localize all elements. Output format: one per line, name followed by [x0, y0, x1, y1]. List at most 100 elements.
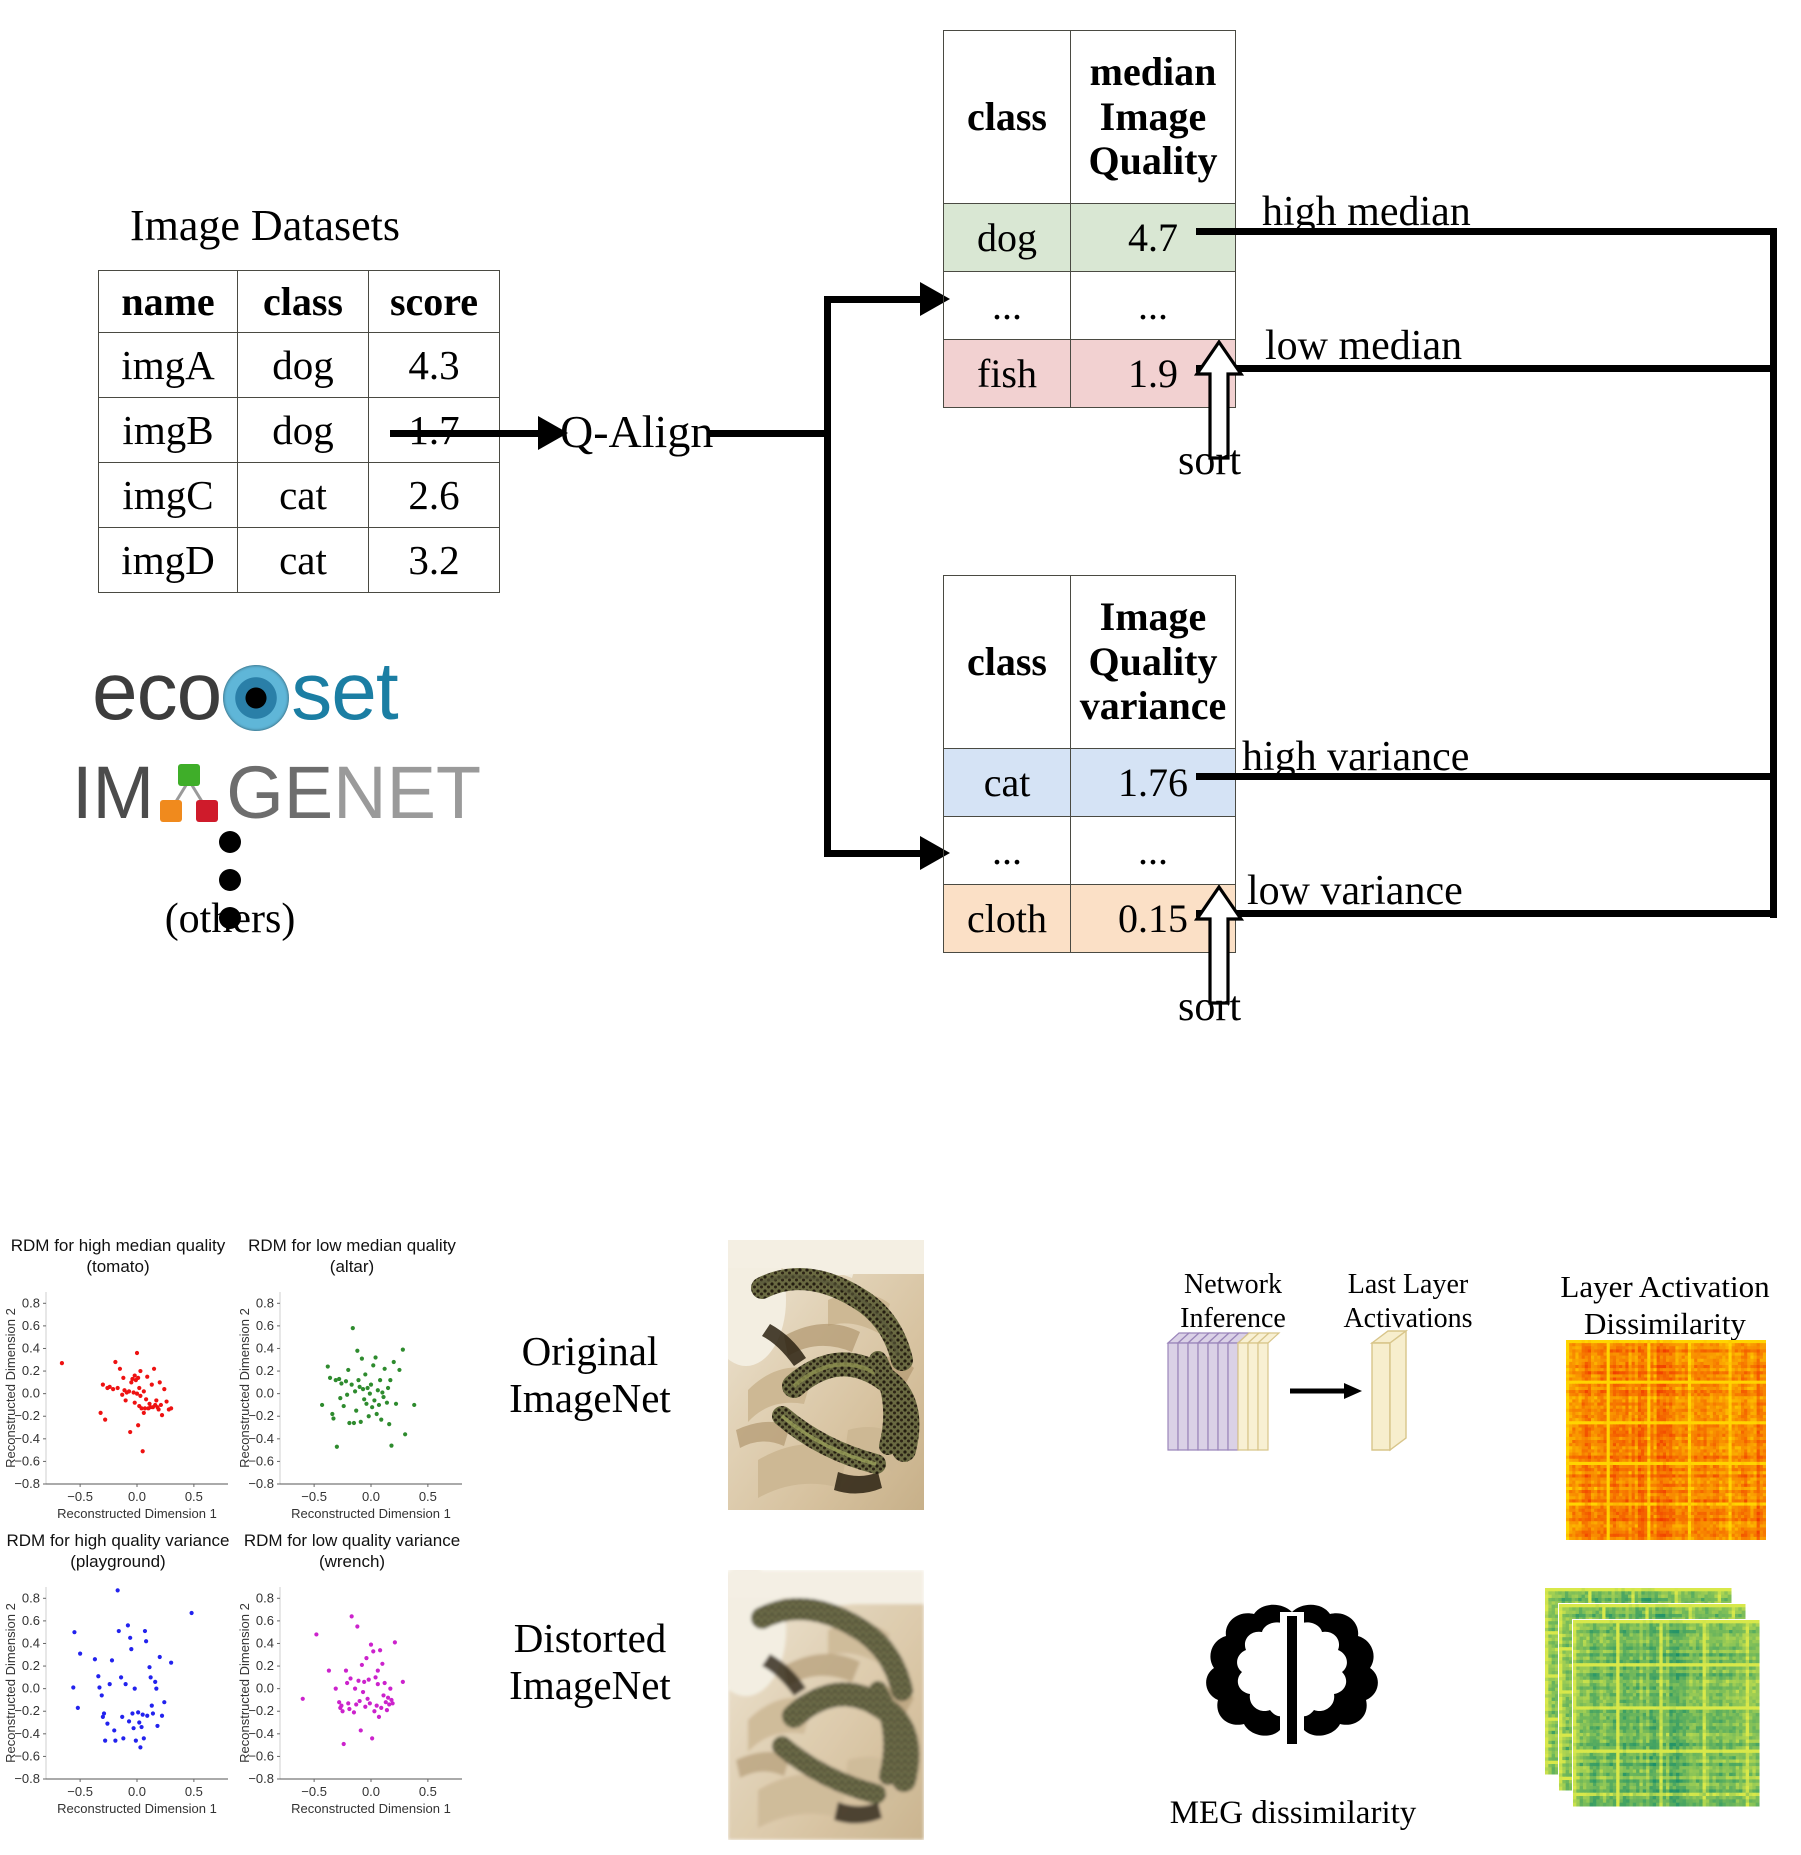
table-row: imgA dog 4.3 [98, 332, 500, 398]
original-imagenet-photo [706, 1234, 924, 1515]
header-line-3: variance [1079, 683, 1227, 729]
cell-value: 1.76 [1070, 748, 1236, 817]
col-header-class: class [943, 575, 1071, 749]
cell-class: fish [943, 339, 1071, 408]
variance-table-wrap: class Image Quality variance cat 1.76 ..… [943, 575, 1236, 953]
svg-text:0.4: 0.4 [22, 1340, 40, 1355]
branch-splitter-vline [824, 296, 831, 856]
scatter-canvas: −0.8 −0.6 −0.4 −0.2 0.0 0.2 0.4 0.6 0.8 −0.5 0.0 0.… [237, 1291, 462, 1521]
header-line-1: Image [1099, 593, 1207, 639]
others-label: (others) [164, 896, 296, 942]
svg-text:−0.6: −0.6 [248, 1748, 274, 1763]
col-header-name: name [98, 270, 238, 333]
label-line-1: Last Layer [1347, 1269, 1469, 1300]
svg-text:0.5: 0.5 [419, 1489, 437, 1504]
label-line-1: Original [521, 1328, 659, 1374]
scatter-canvas: −0.8 −0.6 −0.4 −0.2 0.0 0.2 0.4 0.6 0.8 −0.5 0.0 0.… [3, 1291, 228, 1521]
ecoset-logo-suffix: set [291, 646, 398, 737]
cell-name: imgC [98, 462, 238, 528]
layer-activation-dissimilarity-label: Layer Activation Dissimilarity [1530, 1268, 1800, 1342]
plot-title-line2: (tomato) [86, 1257, 150, 1277]
cell-name: imgB [98, 397, 238, 463]
table-row-low-median: fish 1.9 [943, 339, 1236, 408]
branch-line-to-variance-table [824, 850, 934, 857]
plot-title: RDM for low quality variance (wrench) [236, 1530, 468, 1573]
col-header-score: score [368, 270, 500, 333]
svg-text:−0.4: −0.4 [248, 1725, 274, 1740]
original-imagenet-label: Original ImageNet [480, 1328, 700, 1422]
imagenet-logo: IM GE NET [72, 750, 481, 835]
svg-text:0.2: 0.2 [22, 1363, 40, 1378]
table-header-row: name class score [98, 270, 500, 333]
qalign-label: Q-Align [560, 406, 714, 457]
svg-text:0.0: 0.0 [256, 1680, 274, 1695]
plot-title: RDM for low median quality (altar) [236, 1235, 468, 1278]
cell-value: ... [1070, 816, 1236, 885]
svg-text:0.0: 0.0 [128, 1784, 146, 1799]
svg-text:−0.2: −0.2 [248, 1703, 274, 1718]
plot-title-line1: RDM for high median quality [10, 1236, 226, 1255]
plot-title-line2: (wrench) [318, 1552, 386, 1572]
right-spine-vline [1770, 228, 1777, 918]
svg-text:−0.4: −0.4 [14, 1430, 40, 1445]
branch-line-to-median-table [824, 296, 934, 303]
network-arrow [1290, 1383, 1362, 1399]
svg-text:Reconstructed Dimension 2: Reconstructed Dimension 2 [3, 1308, 18, 1468]
svg-text:−0.5: −0.5 [301, 1784, 327, 1799]
cell-class: ... [943, 816, 1071, 885]
label-line-1: Network [1184, 1269, 1282, 1300]
qalign-out-line [708, 430, 828, 437]
svg-text:Reconstructed Dimension 2: Reconstructed Dimension 2 [3, 1603, 18, 1763]
svg-text:−0.8: −0.8 [14, 1771, 40, 1786]
eye-icon [223, 665, 290, 731]
rdm-plot-high-median: RDM for high median quality (tomato) −0.… [2, 1235, 234, 1533]
cell-class: ... [943, 271, 1071, 340]
svg-text:0.2: 0.2 [256, 1658, 274, 1673]
high-variance-label: high variance [1242, 734, 1470, 780]
imagenet-logo-part1: IM [72, 751, 155, 834]
cell-value: 4.7 [1070, 203, 1236, 272]
svg-text:−0.6: −0.6 [14, 1748, 40, 1763]
svg-text:0.8: 0.8 [256, 1295, 274, 1310]
plot-title: RDM for high quality variance (playgroun… [2, 1530, 234, 1573]
svg-text:−0.4: −0.4 [14, 1725, 40, 1740]
rdm-plot-low-median: RDM for low median quality (altar) −0.8−… [236, 1235, 468, 1533]
svg-text:0.4: 0.4 [256, 1340, 274, 1355]
col-header-median-quality: median Image Quality [1070, 30, 1236, 204]
svg-text:0.0: 0.0 [256, 1385, 274, 1400]
svg-text:0.0: 0.0 [22, 1385, 40, 1400]
brain-icon [1192, 1600, 1392, 1785]
svg-text:0.6: 0.6 [256, 1317, 274, 1332]
table-row-high-variance: cat 1.76 [943, 748, 1236, 817]
svg-text:0.0: 0.0 [362, 1784, 380, 1799]
svg-text:Reconstructed Dimension 1: Reconstructed Dimension 1 [57, 1506, 217, 1521]
cell-name: imgD [98, 527, 238, 593]
header-line-1: median [1089, 48, 1217, 94]
green-heatmap-stack [1544, 1587, 1775, 1841]
last-layer-block [1369, 1329, 1409, 1452]
svg-text:0.8: 0.8 [256, 1590, 274, 1605]
cell-class: cat [237, 462, 369, 528]
cell-value: ... [1070, 271, 1236, 340]
red-heatmap [1566, 1340, 1767, 1545]
svg-text:0.0: 0.0 [128, 1489, 146, 1504]
cell-score: 2.6 [368, 462, 500, 528]
plot-title-line1: RDM for high quality variance [6, 1531, 230, 1550]
ecoset-logo-prefix: eco [92, 646, 222, 737]
header-line-2: Quality [1088, 638, 1218, 684]
plot-title: RDM for high median quality (tomato) [2, 1235, 234, 1278]
table-row-ellipsis: ... ... [943, 271, 1236, 340]
svg-text:−0.8: −0.8 [14, 1476, 40, 1491]
svg-text:0.8: 0.8 [22, 1295, 40, 1310]
image-quality-variance-table: class Image Quality variance cat 1.76 ..… [943, 575, 1236, 953]
cell-class: dog [237, 332, 369, 398]
high-median-label: high median [1262, 189, 1471, 235]
rdm-plot-high-variance: RDM for high quality variance (playgroun… [2, 1530, 234, 1828]
svg-text:0.0: 0.0 [22, 1680, 40, 1695]
svg-text:0.4: 0.4 [256, 1635, 274, 1650]
median-image-quality-table: class median Image Quality dog 4.7 ... .… [943, 30, 1236, 408]
svg-text:0.2: 0.2 [22, 1658, 40, 1673]
svg-text:−0.6: −0.6 [248, 1453, 274, 1468]
median-quality-table-wrap: class median Image Quality dog 4.7 ... .… [943, 30, 1236, 408]
svg-text:0.5: 0.5 [185, 1784, 203, 1799]
